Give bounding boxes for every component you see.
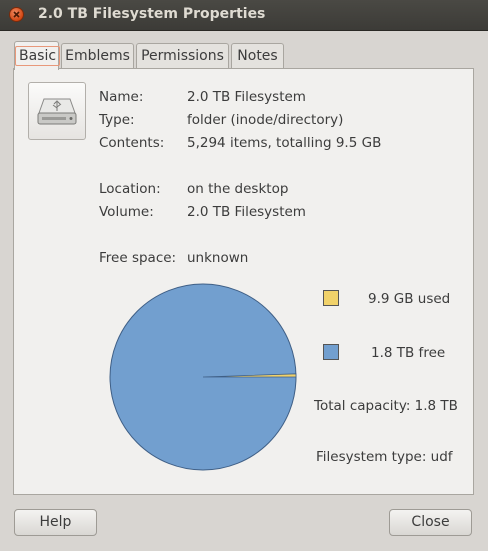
- filesystem-type: Filesystem type: udf: [316, 449, 453, 465]
- usage-pie-chart: [109, 283, 297, 471]
- tab-emblems[interactable]: Emblems: [61, 43, 134, 69]
- drive-harddisk-usb-icon: [37, 98, 77, 125]
- used-legend-label: 9.9 GB used: [368, 291, 451, 307]
- volume-label: Volume:: [99, 204, 154, 220]
- help-button[interactable]: Help: [14, 509, 97, 536]
- tab-notes[interactable]: Notes: [231, 43, 284, 69]
- location-value: on the desktop: [187, 181, 289, 197]
- close-button[interactable]: Close: [389, 509, 472, 536]
- total-capacity: Total capacity: 1.8 TB: [314, 398, 458, 414]
- free-space-label: Free space:: [99, 250, 177, 266]
- title-bar: 2.0 TB Filesystem Properties: [0, 0, 488, 31]
- tab-basic[interactable]: Basic: [14, 41, 61, 70]
- free-space-value: unknown: [187, 250, 249, 266]
- type-value: folder (inode/directory): [187, 112, 344, 128]
- free-legend-label: 1.8 TB free: [371, 345, 446, 361]
- volume-value: 2.0 TB Filesystem: [187, 204, 306, 220]
- contents-value: 5,294 items, totalling 9.5 GB: [187, 135, 382, 151]
- tab-label: Notes: [237, 48, 278, 64]
- close-icon: [13, 11, 20, 18]
- tab-label: Emblems: [65, 48, 130, 64]
- type-label: Type:: [99, 112, 135, 128]
- contents-label: Contents:: [99, 135, 165, 151]
- name-value: 2.0 TB Filesystem: [187, 89, 306, 105]
- location-label: Location:: [99, 181, 161, 197]
- window-close-button[interactable]: [9, 7, 24, 22]
- tab-label: Basic: [15, 46, 61, 66]
- used-legend-swatch: [323, 290, 339, 306]
- tab-label: Permissions: [141, 48, 224, 64]
- free-legend-swatch: [323, 344, 339, 360]
- tab-permissions[interactable]: Permissions: [136, 43, 229, 69]
- drive-icon-button[interactable]: [28, 82, 86, 140]
- name-label: Name:: [99, 89, 144, 105]
- window-title: 2.0 TB Filesystem Properties: [38, 6, 266, 22]
